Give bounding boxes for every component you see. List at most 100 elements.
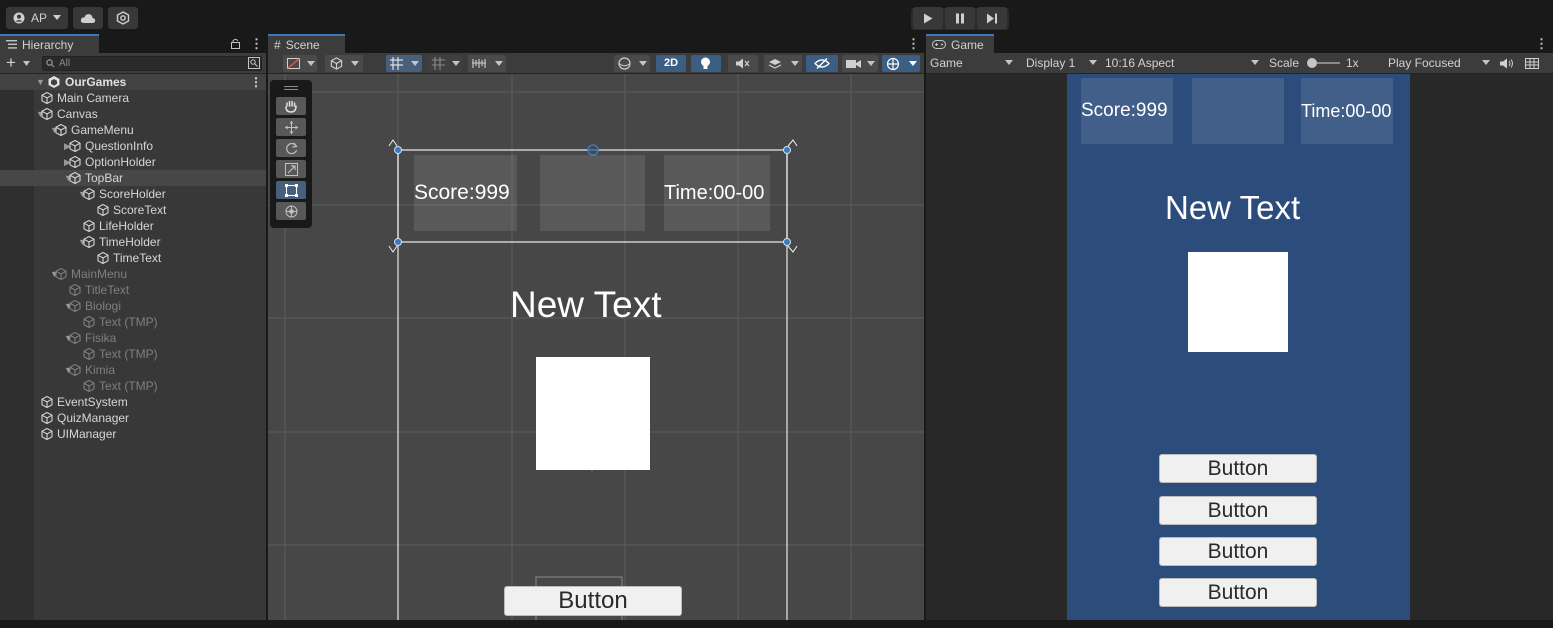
hierarchy-item-label: Kimia [85,363,116,377]
hierarchy-item[interactable]: LifeHolder [0,218,266,234]
hierarchy-item[interactable]: ▼ GameMenu [0,122,266,138]
hierarchy-item-label: Main Camera [57,91,130,105]
pause-button[interactable] [945,7,975,29]
tab-hierarchy-label: Hierarchy [22,37,74,52]
hierarchy-item[interactable]: ▼ Fisika [0,330,266,346]
hand-icon [285,100,297,113]
cloud-button[interactable] [73,7,103,29]
hierarchy-item[interactable]: ▼ Kimia [0,362,266,378]
life-holder [1192,78,1284,144]
hierarchy-item[interactable]: Text (TMP) [0,314,266,330]
gameobject-cube-icon [41,411,53,425]
transform-tool-button[interactable] [276,202,306,220]
gameobject-cube-icon [83,187,95,201]
light-bulb-icon [701,57,710,69]
hierarchy-item[interactable]: EventSystem [0,394,266,410]
hierarchy-item-label: OptionHolder [85,155,156,169]
collab-button[interactable] [108,7,138,29]
draw-mode-dropdown[interactable] [283,55,317,72]
scene-viewport[interactable]: Score:999 Time:00-00 New Text Button [268,74,924,628]
tab-scene[interactable]: # Scene [268,34,345,53]
aspect-select[interactable]: 10:16 Aspect [1101,53,1263,73]
audio-icon[interactable] [1500,58,1514,69]
tab-scene-label: Scene [285,37,320,52]
hierarchy-item-label: LifeHolder [99,219,154,233]
step-button[interactable] [977,7,1007,29]
camera-mode-dropdown[interactable] [614,55,650,72]
panel-menu-icon[interactable]: ⋮ [907,36,920,52]
sphere-icon [618,57,631,70]
ruler-dropdown[interactable] [468,55,506,72]
option-button[interactable]: Button [1159,496,1317,525]
hierarchy-item[interactable]: ▼ TopBar [0,170,266,186]
hierarchy-item[interactable]: ▼ ScoreHolder [0,186,266,202]
shading-icon [287,58,300,69]
search-mode-icon[interactable] [248,57,260,69]
gameobject-cube-icon [83,235,95,249]
camera-dropdown[interactable] [842,55,878,72]
tab-hierarchy[interactable]: Hierarchy [0,34,99,53]
hierarchy-toolbar: + All [0,53,266,74]
hierarchy-item[interactable]: UIManager [0,426,266,442]
scene-root-row[interactable]: ▼ OurGames ⋮ [0,74,266,90]
rect-tool-button[interactable] [276,181,306,199]
rotate-tool-button[interactable] [276,139,306,157]
panel-menu-icon[interactable]: ⋮ [250,36,263,52]
view-select[interactable]: Game [926,53,1018,73]
2d-mode-toggle[interactable]: 2D [656,55,686,72]
hierarchy-item[interactable]: TimeText [0,250,266,266]
audio-toggle[interactable] [728,55,758,72]
bottom-status-strip [0,620,1553,628]
account-dropdown[interactable]: AP [6,7,68,29]
chevron-down-icon [52,15,61,20]
stats-icon[interactable] [1525,58,1539,69]
list-icon [6,40,17,49]
effects-dropdown[interactable] [764,55,802,72]
hierarchy-item[interactable]: ▶ QuestionInfo [0,138,266,154]
hierarchy-item[interactable]: QuizManager [0,410,266,426]
option-button[interactable]: Button [1159,578,1317,607]
hierarchy-item[interactable]: ▼ Canvas [0,106,266,122]
rect-transform-icon [284,183,298,197]
scene-button[interactable]: Button [504,586,682,616]
hierarchy-search-input[interactable]: All [42,56,262,71]
hierarchy-item[interactable]: Text (TMP) [0,346,266,362]
hierarchy-item[interactable]: ▼ MainMenu [0,266,266,282]
scale-slider[interactable]: Scale 1x [1265,53,1385,73]
hierarchy-item[interactable]: ▶ OptionHolder [0,154,266,170]
scene-menu-icon[interactable]: ⋮ [250,74,262,90]
add-icon[interactable]: + [6,53,16,73]
play-mode-select[interactable]: Play Focused [1384,53,1494,73]
hierarchy-item[interactable]: ▼ TimeHolder [0,234,266,250]
visibility-toggle[interactable] [806,55,838,72]
hierarchy-item[interactable]: ▼ Biologi [0,298,266,314]
game-viewport[interactable]: Score:999 Time:00-00 New Text Button Butt… [1067,74,1410,628]
grid-snap-dropdown[interactable] [386,55,422,72]
increment-snap-dropdown[interactable] [428,55,462,72]
lock-icon[interactable] [231,38,240,49]
move-tool-button[interactable] [276,118,306,136]
scale-slider-thumb[interactable] [1307,58,1317,68]
hierarchy-item[interactable]: ScoreText [0,202,266,218]
cube-icon [330,57,343,70]
hierarchy-item[interactable]: TitleText [0,282,266,298]
pause-icon [956,13,964,23]
hierarchy-item-label: Text (TMP) [99,347,158,361]
scale-tool-button[interactable] [276,160,306,178]
lighting-toggle[interactable] [691,55,721,72]
gameobject-cube-icon [69,331,81,345]
option-button[interactable]: Button [1159,454,1317,483]
gizmos-dropdown[interactable] [882,55,920,72]
hierarchy-item[interactable]: Text (TMP) [0,378,266,394]
play-button[interactable] [913,7,943,29]
hand-tool-button[interactable] [276,97,306,115]
increment-snap-icon [432,57,445,70]
hierarchy-item[interactable]: Main Camera [0,90,266,106]
chevron-down-icon[interactable] [23,61,30,66]
option-button[interactable]: Button [1159,537,1317,566]
hierarchy-item-label: ScoreText [113,203,167,217]
render-mode-dropdown[interactable] [325,55,363,72]
tab-game[interactable]: Game [926,34,994,53]
display-select[interactable]: Display 1 [1022,53,1104,73]
panel-menu-icon[interactable]: ⋮ [1535,36,1548,52]
